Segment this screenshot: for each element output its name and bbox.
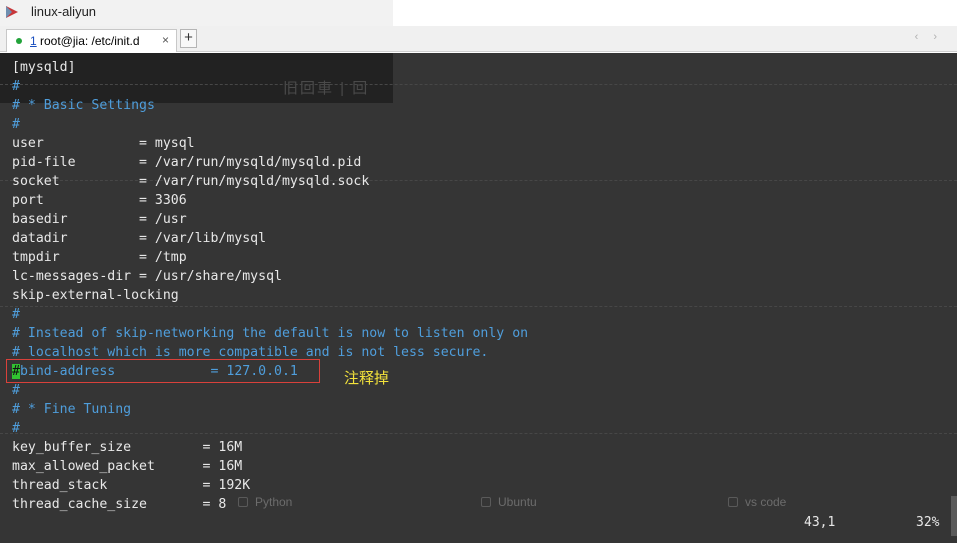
cursor-position: 43,1: [804, 515, 836, 530]
tab-close-icon[interactable]: ×: [162, 33, 169, 47]
ghost-checkbox: [481, 497, 491, 507]
tab-scroll-arrows[interactable]: ‹ ›: [915, 31, 943, 43]
terminal-line: # * Fine Tuning: [12, 400, 528, 419]
ghost-option-label: Python: [255, 495, 293, 509]
connected-status-icon: [16, 38, 22, 44]
terminal-line-text: #: [12, 117, 20, 132]
terminal-line: tmpdir = /tmp: [12, 248, 528, 267]
terminal-line: datadir = /var/lib/mysql: [12, 229, 528, 248]
terminal-line-text: thread_cache_size = 8: [12, 497, 227, 512]
window-title: linux-aliyun: [31, 4, 97, 19]
ghost-checkbox: [238, 497, 248, 507]
terminal-line: #: [12, 115, 528, 134]
terminal-line-text: socket = /var/run/mysqld/mysqld.sock: [12, 174, 370, 189]
terminal-line-text: # * Basic Settings: [12, 98, 155, 113]
terminal-line-text: user = mysql: [12, 136, 195, 151]
tab-label: root@jia: /etc/init.d: [40, 34, 140, 48]
terminal-line-text: skip-external-locking: [12, 288, 179, 303]
terminal-line-text: # * Fine Tuning: [12, 402, 132, 417]
terminal-line-text: pid-file = /var/run/mysqld/mysqld.pid: [12, 155, 362, 170]
tab-bar: 1 root@jia: /etc/init.d × + ‹ ›: [0, 26, 957, 52]
scrollbar-thumb[interactable]: [951, 496, 957, 536]
terminal-line: #: [12, 77, 528, 96]
terminal-line-text: datadir = /var/lib/mysql: [12, 231, 267, 246]
new-tab-button[interactable]: +: [180, 29, 197, 48]
terminal-pane[interactable]: 旧回車 | 回 [mysqld] # # * Basic Settings # user…: [0, 53, 957, 543]
highlight-box: [6, 359, 320, 383]
terminal-line: user = mysql: [12, 134, 528, 153]
terminal-line: key_buffer_size = 16M: [12, 438, 528, 457]
ghost-option-label: Ubuntu: [498, 495, 537, 509]
terminal-line-text: #: [12, 383, 20, 398]
terminal-line: skip-external-locking: [12, 286, 528, 305]
terminal-text: [mysqld] # # * Basic Settings # user = mysql…: [12, 58, 528, 514]
terminal-line-text: [mysqld]: [12, 60, 76, 75]
annotation-label: 注释掉: [344, 370, 390, 387]
terminal-line: #: [12, 305, 528, 324]
terminal-line: pid-file = /var/run/mysqld/mysqld.pid: [12, 153, 528, 172]
ghost-option-label: vs code: [745, 495, 787, 509]
app-logo-icon: [6, 6, 18, 18]
terminal-line: #: [12, 419, 528, 438]
terminal-line: # Instead of skip-networking the default…: [12, 324, 528, 343]
terminal-line-text: thread_stack = 192K: [12, 478, 251, 493]
terminal-line: thread_stack = 192K: [12, 476, 528, 495]
window-titlebar: linux-aliyun: [0, 0, 393, 26]
tab-number: 1: [30, 34, 37, 48]
terminal-line: [mysqld]: [12, 58, 528, 77]
terminal-line: socket = /var/run/mysqld/mysqld.sock: [12, 172, 528, 191]
tab-session[interactable]: 1 root@jia: /etc/init.d ×: [6, 29, 177, 52]
terminal-line: #: [12, 381, 528, 400]
terminal-line-text: key_buffer_size = 16M: [12, 440, 243, 455]
terminal-line-text: #: [12, 421, 20, 436]
terminal-line-text: # localhost which is more compatible and…: [12, 345, 489, 360]
terminal-line-text: lc-messages-dir = /usr/share/mysql: [12, 269, 282, 284]
terminal-line: # * Basic Settings: [12, 96, 528, 115]
terminal-line: basedir = /usr: [12, 210, 528, 229]
terminal-line-text: basedir = /usr: [12, 212, 187, 227]
terminal-line: max_allowed_packet = 16M: [12, 457, 528, 476]
terminal-line-text: #: [12, 79, 20, 94]
terminal-line-text: # Instead of skip-networking the default…: [12, 326, 529, 341]
ghost-checkbox: [728, 497, 738, 507]
scroll-percent: 32%: [916, 515, 940, 530]
terminal-line-text: port = 3306: [12, 193, 187, 208]
terminal-line-text: tmpdir = /tmp: [12, 250, 187, 265]
terminal-line-text: max_allowed_packet = 16M: [12, 459, 243, 474]
terminal-line-text: #: [12, 307, 20, 322]
terminal-line: lc-messages-dir = /usr/share/mysql: [12, 267, 528, 286]
terminal-line: port = 3306: [12, 191, 528, 210]
